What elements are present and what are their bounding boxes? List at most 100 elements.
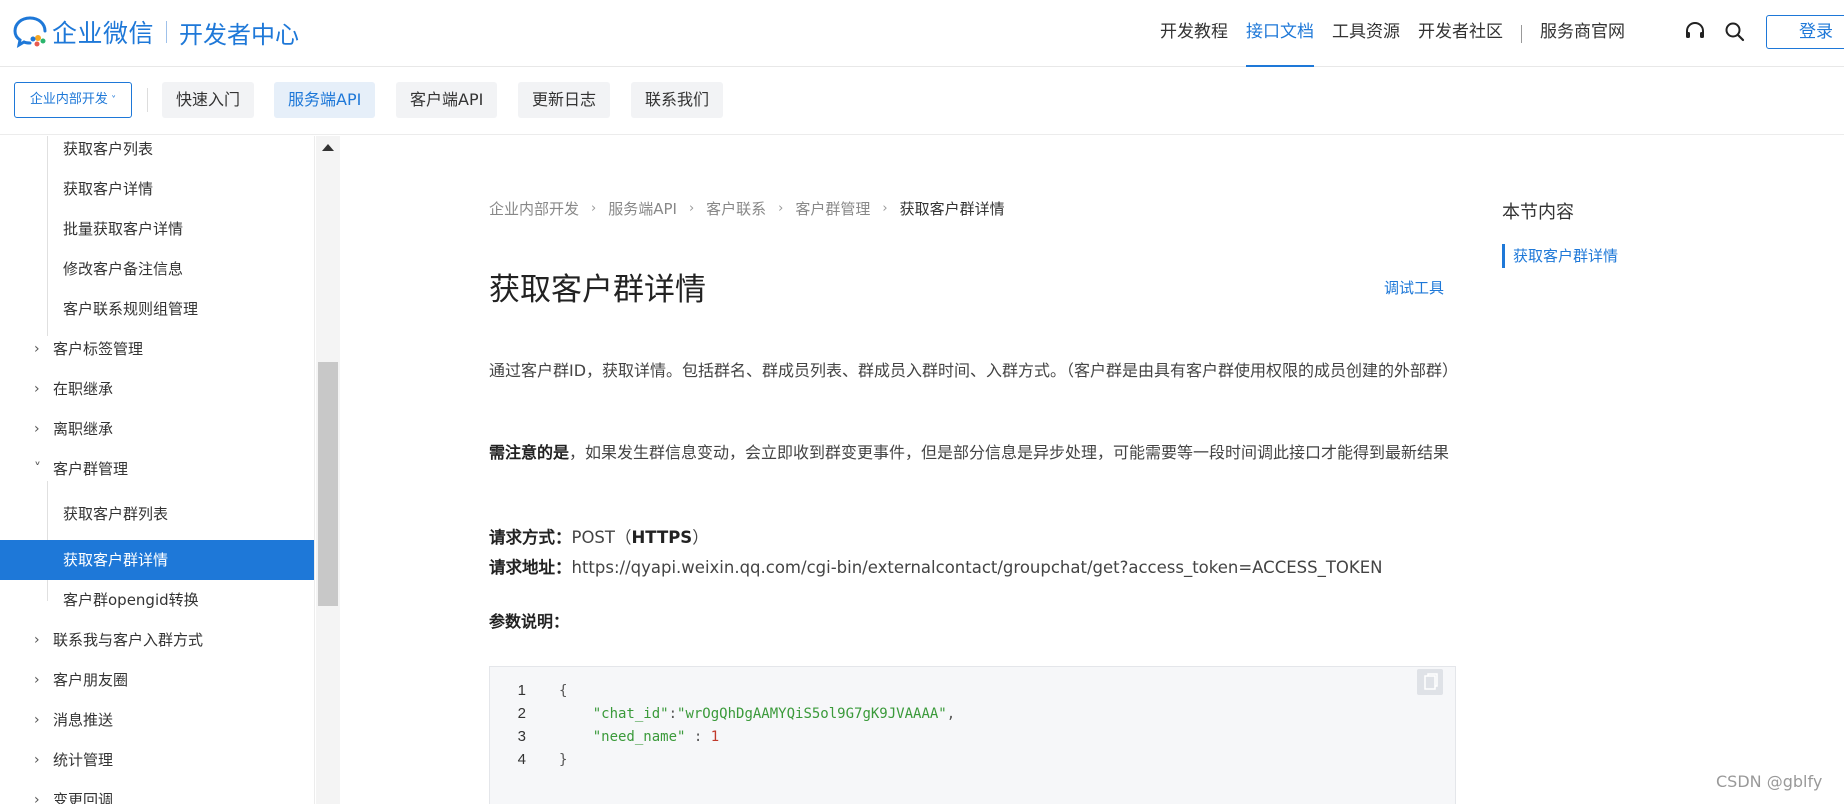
sidebar-item-label: 客户朋友圈 — [53, 671, 129, 689]
sidebar-item-label: 客户群opengid转换 — [63, 591, 199, 609]
sub-nav: 企业内部开发 ˅ 快速入门 服务端API 客户端API 更新日志 联系我们 — [0, 68, 1844, 135]
code-token: , — [946, 706, 956, 722]
chevron-right-icon: › — [34, 712, 40, 728]
request-url: 请求地址：https://qyapi.weixin.qq.com/cgi-bin… — [489, 554, 1383, 578]
code-token: } — [559, 752, 568, 768]
toc-title: 本节内容 — [1502, 202, 1574, 223]
note-label: 需注意的是 — [489, 443, 570, 462]
code-token: { — [559, 683, 568, 699]
tab-contact[interactable]: 联系我们 — [631, 82, 724, 118]
nav-community[interactable]: 开发者社区 — [1418, 0, 1503, 67]
sidebar-item[interactable]: 获取客户群列表 — [0, 494, 314, 534]
headset-icon[interactable] — [1683, 20, 1707, 44]
sidebar-group[interactable]: › 客户标签管理 — [0, 329, 314, 369]
code-token: : — [668, 706, 678, 722]
chevron-right-icon: › — [778, 201, 784, 216]
brand-subtitle: 开发者中心 — [179, 20, 300, 49]
sidebar-item-label: 获取客户详情 — [63, 180, 154, 198]
doc-sidebar: 获取客户列表 获取客户详情 批量获取客户详情 修改客户备注信息 客户联系规则组管… — [0, 136, 315, 804]
sidebar-item[interactable]: 修改客户备注信息 — [0, 249, 314, 289]
sidebar-item-active[interactable]: 获取客户群详情 — [0, 540, 314, 580]
tab-changelog[interactable]: 更新日志 — [518, 82, 611, 118]
debug-tool-link[interactable]: 调试工具 — [1384, 277, 1444, 298]
sidebar-item[interactable]: 获取客户列表 — [0, 136, 314, 169]
scroll-up-arrow-icon[interactable] — [322, 144, 334, 151]
sidebar-item-label: 修改客户备注信息 — [63, 260, 184, 278]
scrollbar-thumb[interactable] — [318, 362, 338, 606]
nav-provider-site[interactable]: 服务商官网 — [1540, 0, 1625, 67]
sidebar-group[interactable]: › 消息推送 — [0, 700, 314, 740]
nav-api-docs[interactable]: 接口文档 — [1246, 0, 1314, 67]
breadcrumb-item[interactable]: 服务端API — [608, 198, 677, 219]
breadcrumb-item[interactable]: 企业内部开发 — [489, 198, 579, 219]
intro-paragraph: 通过客户群ID，获取详情。包括群名、群成员列表、群成员入群时间、入群方式。（客户… — [489, 361, 1459, 380]
sidebar-item-label: 获取客户群列表 — [63, 505, 169, 523]
sidebar-item-label: 离职继承 — [53, 420, 114, 438]
breadcrumb-item[interactable]: 客户群管理 — [795, 198, 870, 219]
code-token: "wrOgQhDgAAMYQiS5ol9G7gK9JVAAAA" — [677, 706, 947, 722]
scope-select-label: 企业内部开发 — [29, 92, 108, 107]
top-nav: 开发教程 接口文档 工具资源 开发者社区 服务商官网 — [1160, 0, 1643, 67]
breadcrumb: 企业内部开发 › 服务端API › 客户联系 › 客户群管理 › 获取客户群详情 — [489, 198, 1005, 219]
sidebar-item-label: 在职继承 — [53, 380, 114, 398]
method-close: ） — [692, 528, 709, 547]
sidebar-item-label: 客户联系规则组管理 — [63, 300, 199, 318]
brand-name: 企业微信 — [52, 19, 155, 48]
sidebar-group[interactable]: ˅ 客户群管理 — [0, 449, 314, 489]
toc-item[interactable]: 获取客户群详情 — [1502, 244, 1618, 268]
chevron-down-icon: ˅ — [107, 95, 117, 106]
chevron-right-icon: › — [34, 672, 40, 688]
sidebar-group[interactable]: › 变更回调 — [0, 780, 314, 804]
copy-glyph-icon — [1424, 673, 1438, 690]
subnav-divider — [147, 88, 148, 112]
code-token: 1 — [710, 729, 720, 745]
sidebar-item[interactable]: 批量获取客户详情 — [0, 209, 314, 249]
breadcrumb-item[interactable]: 客户联系 — [706, 198, 766, 219]
brand-divider — [166, 21, 168, 43]
code-line: 4} — [490, 746, 568, 773]
breadcrumb-current: 获取客户群详情 — [899, 200, 1005, 218]
sidebar-item[interactable]: 获取客户详情 — [0, 169, 314, 209]
tab-quickstart[interactable]: 快速入门 — [162, 82, 255, 118]
sidebar-item-label: 获取客户群详情 — [63, 551, 169, 569]
search-icon[interactable] — [1723, 20, 1747, 44]
watermark: CSDN @gblfy — [1716, 772, 1823, 791]
sidebar-scrollbar[interactable] — [316, 136, 340, 804]
method-label: 请求方式： — [489, 528, 572, 547]
tab-client-api[interactable]: 客户端API — [396, 82, 498, 118]
chevron-right-icon: › — [34, 752, 40, 768]
login-button[interactable]: 登录 — [1766, 15, 1844, 49]
chevron-right-icon: › — [688, 201, 695, 216]
sidebar-group[interactable]: › 在职继承 — [0, 369, 314, 409]
logo[interactable]: 企业微信 开发者中心 — [12, 14, 299, 50]
chevron-right-icon: › — [34, 421, 40, 437]
sidebar-group[interactable]: › 联系我与客户入群方式 — [0, 620, 314, 660]
note-paragraph: 需注意的是，如果发生群信息变动，会立即收到群变更事件，但是部分信息是异步处理，可… — [489, 438, 1455, 467]
nav-divider — [1521, 24, 1522, 43]
page-title: 获取客户群详情 — [489, 272, 706, 308]
request-method: 请求方式：POST（HTTPS） — [489, 524, 709, 548]
chevron-down-icon: ˅ — [34, 461, 41, 477]
nav-tools[interactable]: 工具资源 — [1332, 0, 1400, 67]
url-value: https://qyapi.weixin.qq.com/cgi-bin/exte… — [571, 558, 1383, 577]
tab-server-api[interactable]: 服务端API — [274, 82, 376, 118]
chevron-right-icon: › — [34, 792, 40, 804]
top-header: 企业微信 开发者中心 开发教程 接口文档 工具资源 开发者社区 服务商官网 登录 — [0, 0, 1844, 67]
note-text: ，如果发生群信息变动，会立即收到群变更事件，但是部分信息是异步处理，可能需要等一… — [569, 443, 1450, 462]
sidebar-item[interactable]: 客户群opengid转换 — [0, 580, 314, 620]
sidebar-item-label: 统计管理 — [53, 751, 114, 769]
sidebar-group[interactable]: › 离职继承 — [0, 409, 314, 449]
scope-select[interactable]: 企业内部开发 ˅ — [14, 82, 132, 118]
sidebar-group[interactable]: › 统计管理 — [0, 740, 314, 780]
sidebar-item-label: 客户标签管理 — [53, 340, 144, 358]
chevron-right-icon: › — [34, 341, 40, 357]
wecom-logo-icon — [13, 16, 47, 49]
sidebar-item-label: 批量获取客户详情 — [63, 220, 184, 238]
code-token: : — [685, 729, 711, 745]
code-block: 1{ 2 "chat_id":"wrOgQhDgAAMYQiS5ol9G7gK9… — [489, 666, 1456, 804]
sidebar-item[interactable]: 客户联系规则组管理 — [0, 289, 314, 329]
chevron-right-icon: › — [591, 201, 597, 216]
sidebar-group[interactable]: › 客户朋友圈 — [0, 660, 314, 700]
copy-icon[interactable] — [1417, 669, 1443, 695]
nav-tutorial[interactable]: 开发教程 — [1160, 0, 1228, 67]
